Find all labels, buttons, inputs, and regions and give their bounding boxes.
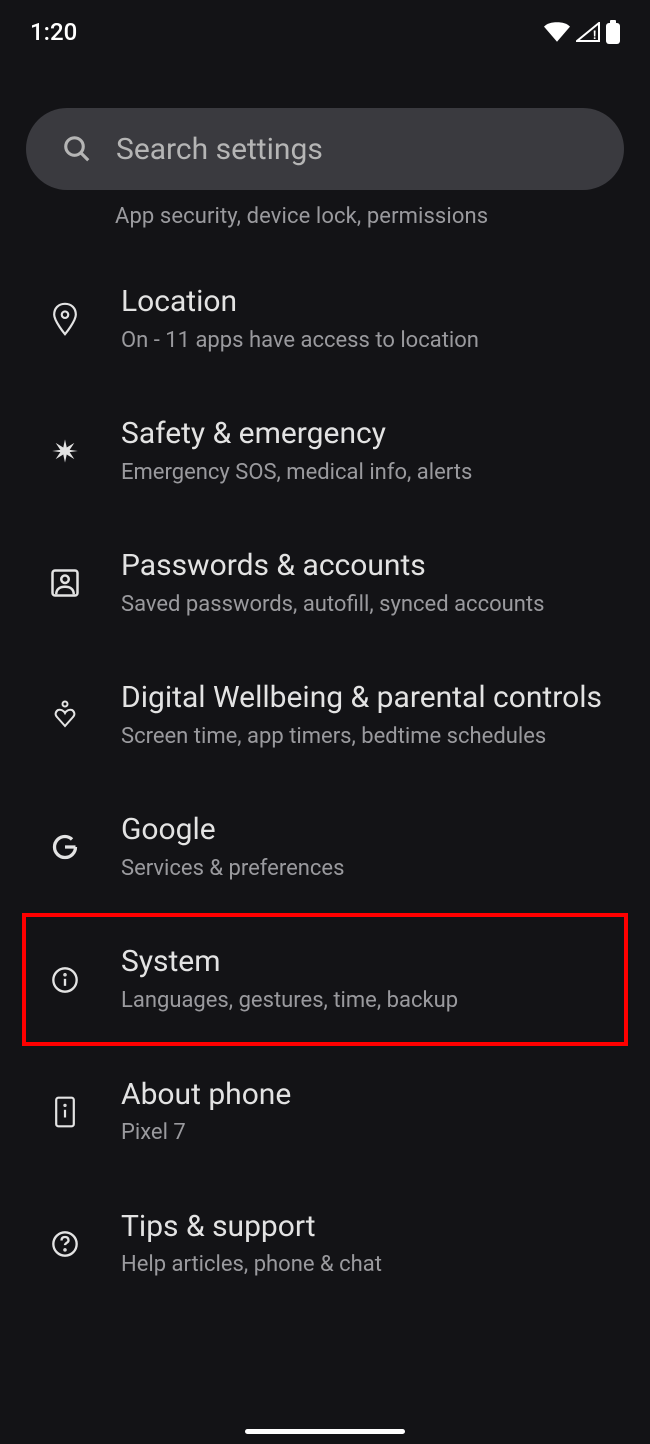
item-title: Digital Wellbeing & parental controls: [121, 679, 620, 717]
search-placeholder: Search settings: [116, 132, 323, 167]
item-title: Location: [121, 283, 620, 321]
list-item-google[interactable]: Google Services & preferences: [0, 781, 650, 913]
item-subtitle: Help articles, phone & chat: [121, 1251, 620, 1280]
item-title: About phone: [121, 1076, 620, 1114]
item-subtitle: On - 11 apps have access to location: [121, 327, 620, 356]
heart-icon: [50, 700, 80, 730]
google-icon: [50, 833, 80, 861]
item-subtitle: Saved passwords, autofill, synced accoun…: [121, 591, 620, 620]
item-title: Google: [121, 811, 620, 849]
list-item-tips[interactable]: Tips & support Help articles, phone & ch…: [0, 1178, 650, 1310]
item-subtitle: Screen time, app timers, bedtime schedul…: [121, 723, 620, 752]
list-item-safety[interactable]: Safety & emergency Emergency SOS, medica…: [0, 385, 650, 517]
list-item-system[interactable]: System Languages, gestures, time, backup: [22, 913, 628, 1045]
settings-list: App security, device lock, permissions L…: [0, 190, 650, 1310]
list-item-location[interactable]: Location On - 11 apps have access to loc…: [0, 253, 650, 385]
status-bar: 1:20 !: [0, 0, 650, 60]
item-subtitle: Emergency SOS, medical info, alerts: [121, 459, 620, 488]
list-item-about[interactable]: About phone Pixel 7: [0, 1046, 650, 1178]
info-icon: [50, 966, 80, 994]
list-item-wellbeing[interactable]: Digital Wellbeing & parental controls Sc…: [0, 649, 650, 781]
status-time: 1:20: [30, 18, 77, 46]
help-icon: [50, 1230, 80, 1258]
list-item-passwords[interactable]: Passwords & accounts Saved passwords, au…: [0, 517, 650, 649]
account-box-icon: [50, 568, 80, 598]
signal-icon: !: [576, 22, 600, 42]
wifi-icon: [544, 22, 570, 42]
item-subtitle: Pixel 7: [121, 1119, 620, 1148]
status-icons: !: [544, 20, 620, 44]
item-title: System: [121, 943, 598, 981]
item-subtitle: Services & preferences: [121, 855, 620, 884]
item-title: Safety & emergency: [121, 415, 620, 453]
item-subtitle: Languages, gestures, time, backup: [121, 987, 598, 1016]
search-icon: [62, 134, 92, 164]
svg-text:!: !: [593, 28, 596, 42]
item-title: Tips & support: [121, 1208, 620, 1246]
item-title: Passwords & accounts: [121, 547, 620, 585]
phone-info-icon: [50, 1095, 80, 1129]
partial-item-subtitle: App security, device lock, permissions: [0, 188, 650, 251]
location-icon: [50, 302, 80, 336]
search-bar[interactable]: Search settings: [26, 108, 624, 190]
nav-bar-handle[interactable]: [245, 1429, 405, 1434]
battery-icon: [606, 20, 620, 44]
asterisk-icon: [50, 437, 80, 465]
